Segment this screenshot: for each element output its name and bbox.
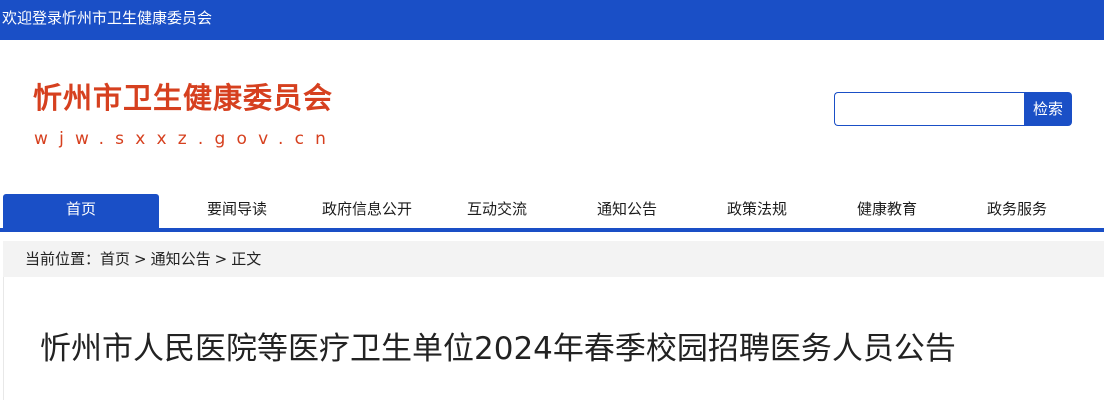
breadcrumb-separator: > <box>134 250 147 268</box>
top-bar: 欢迎登录忻州市卫生健康委员会 <box>0 0 1104 40</box>
breadcrumb-separator: > <box>214 250 228 268</box>
site-logo-title[interactable]: 忻州市卫生健康委员会 <box>33 80 333 116</box>
breadcrumb-prefix: 当前位置： <box>25 250 101 268</box>
breadcrumb-notices[interactable]: 通知公告 <box>151 250 211 268</box>
search-button[interactable]: 检索 <box>1024 92 1072 126</box>
nav-item-services[interactable]: 政务服务 <box>939 194 1095 228</box>
search-input[interactable] <box>834 92 1026 126</box>
welcome-text: 欢迎登录忻州市卫生健康委员会 <box>2 9 213 27</box>
article-content: 忻州市人民医院等医疗卫生单位2024年春季校园招聘医务人员公告 <box>3 277 1104 400</box>
breadcrumb: 当前位置：首页 > 通知公告 > 正文 <box>25 249 261 269</box>
article-title: 忻州市人民医院等医疗卫生单位2024年春季校园招聘医务人员公告 <box>40 331 956 367</box>
main-nav: 首页 要闻导读 政府信息公开 互动交流 通知公告 政策法规 健康教育 政务服务 <box>0 190 1104 228</box>
site-logo-domain: wjw.sxxz.gov.cn <box>34 129 338 149</box>
nav-item-home[interactable]: 首页 <box>3 194 159 228</box>
site-header: 忻州市卫生健康委员会 wjw.sxxz.gov.cn 检索 <box>0 40 1104 190</box>
breadcrumb-bar: 当前位置：首页 > 通知公告 > 正文 <box>3 241 1104 277</box>
breadcrumb-home[interactable]: 首页 <box>100 250 130 268</box>
breadcrumb-current: 正文 <box>231 250 262 268</box>
nav-underline <box>0 228 1104 232</box>
